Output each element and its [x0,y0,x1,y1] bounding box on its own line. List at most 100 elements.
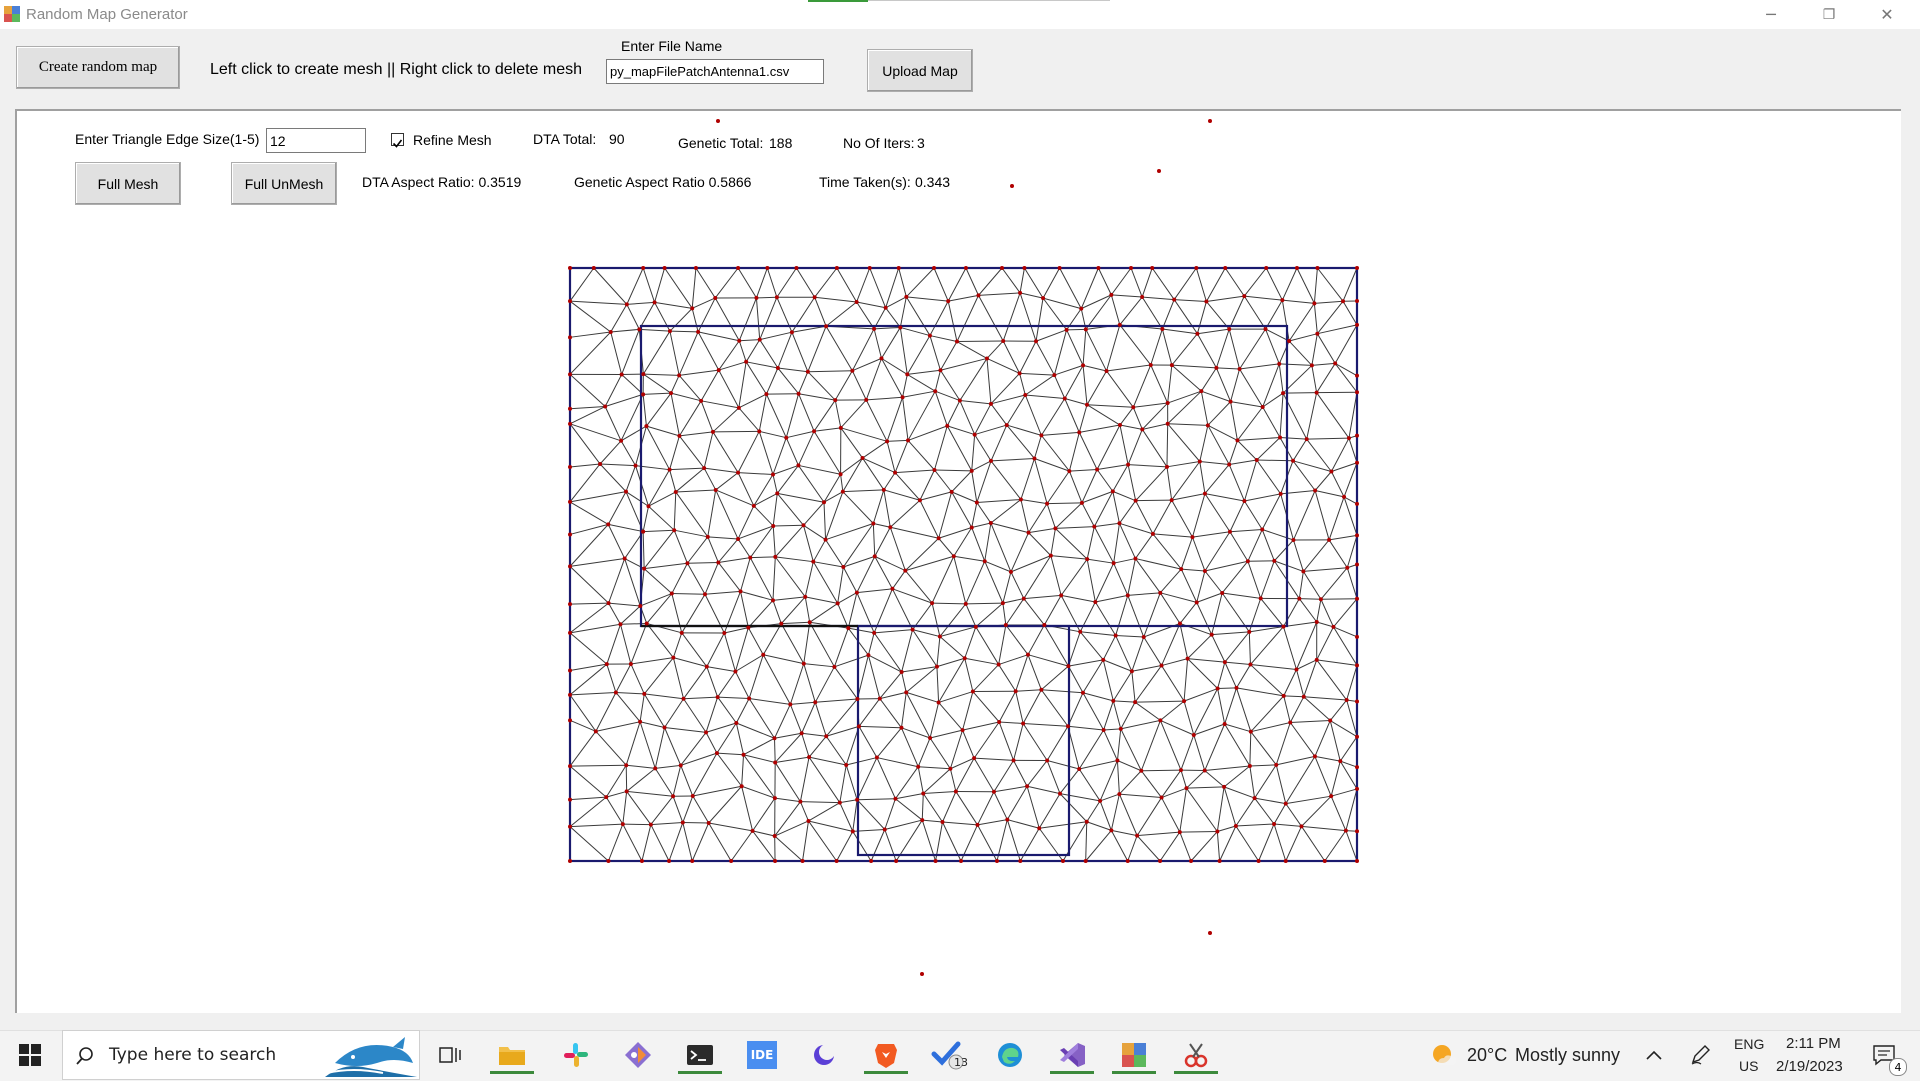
mesh-node[interactable] [1032,456,1036,460]
mesh-node[interactable] [1277,362,1281,366]
mesh-node[interactable] [737,339,741,343]
mesh-node[interactable] [1117,792,1121,796]
stray-node[interactable] [1010,184,1014,188]
mesh-node[interactable] [568,825,572,829]
mesh-node[interactable] [1119,727,1123,731]
mesh-node[interactable] [773,834,777,838]
stray-node[interactable] [1208,931,1212,935]
mesh-node[interactable] [1129,266,1133,270]
mesh-node[interactable] [1355,597,1359,601]
mesh-node[interactable] [1130,669,1134,673]
language-top[interactable]: ENG [1734,1036,1764,1052]
mesh-node[interactable] [1214,366,1218,370]
mesh-node[interactable] [997,663,1001,667]
mesh-node[interactable] [1319,597,1323,601]
mesh-node[interactable] [1158,591,1162,595]
mesh-node[interactable] [1042,623,1046,627]
mesh-node[interactable] [850,369,854,373]
language-bottom[interactable]: US [1739,1058,1758,1074]
mesh-node[interactable] [773,760,777,764]
mesh-node[interactable] [1227,327,1231,331]
mesh-node[interactable] [764,392,768,396]
mesh-node[interactable] [1355,502,1359,506]
mesh-node[interactable] [868,266,872,270]
mesh-node[interactable] [668,329,672,333]
mesh-node[interactable] [879,356,883,360]
mesh-node[interactable] [976,293,980,297]
mesh-node[interactable] [1301,569,1305,573]
mesh-node[interactable] [677,434,681,438]
stray-node[interactable] [1157,169,1161,173]
mesh-node[interactable] [1151,532,1155,536]
mesh-node[interactable] [1102,728,1106,732]
mesh-node[interactable] [920,818,924,822]
mesh-node[interactable] [1109,828,1113,832]
mesh-node[interactable] [1355,829,1359,833]
mesh-node[interactable] [640,859,644,863]
mesh-node[interactable] [716,560,720,564]
mesh-node[interactable] [1098,799,1102,803]
mesh-node[interactable] [839,472,843,476]
mesh-node[interactable] [1101,658,1105,662]
mesh-node[interactable] [1323,859,1327,863]
mesh-node[interactable] [928,334,932,338]
mesh-node[interactable] [1234,686,1238,690]
create-random-map-button[interactable]: Create random map [16,46,180,89]
mesh-node[interactable] [824,324,828,328]
mesh-node[interactable] [1355,434,1359,438]
taskbar-search[interactable]: Type here to search [62,1030,420,1080]
mesh-node[interactable] [1160,664,1164,668]
mesh-node[interactable] [705,665,709,669]
mesh-node[interactable] [634,464,638,468]
mesh-node[interactable] [784,436,788,440]
mesh-node[interactable] [773,859,777,863]
mesh-node[interactable] [1165,465,1169,469]
mesh-node[interactable] [992,790,996,794]
mesh-node[interactable] [1126,859,1130,863]
mesh-node[interactable] [681,821,685,825]
mesh-node[interactable] [1355,533,1359,537]
mesh-node[interactable] [1302,695,1306,699]
mesh-node[interactable] [1331,625,1335,629]
mesh-node[interactable] [935,665,939,669]
mesh-node[interactable] [1247,630,1251,634]
mesh-node[interactable] [938,635,942,639]
mesh-node[interactable] [1160,327,1164,331]
mesh-node[interactable] [1355,663,1359,667]
mesh-node[interactable] [594,729,598,733]
mesh-node[interactable] [653,766,657,770]
mesh-node[interactable] [1192,733,1196,737]
mesh-node[interactable] [607,601,611,605]
mesh-node[interactable] [797,392,801,396]
mesh-node[interactable] [1223,266,1227,270]
mesh-node[interactable] [1114,634,1118,638]
mesh-node[interactable] [959,859,963,863]
mesh-node[interactable] [647,504,651,508]
mesh-node[interactable] [950,490,954,494]
mesh-node[interactable] [742,753,746,757]
mesh-node[interactable] [878,697,882,701]
mesh-node[interactable] [822,500,826,504]
mesh-node[interactable] [1355,390,1359,394]
mesh-node[interactable] [702,466,706,470]
mesh-node[interactable] [905,372,909,376]
mesh-node[interactable] [971,690,975,694]
mesh-node[interactable] [604,795,608,799]
mesh-node[interactable] [985,356,989,360]
mesh-node[interactable] [1077,430,1081,434]
mesh-node[interactable] [882,488,886,492]
mesh-node[interactable] [1299,824,1303,828]
mesh-node[interactable] [1084,859,1088,863]
mesh-node[interactable] [1333,361,1337,365]
mesh-node[interactable] [1158,859,1162,863]
mesh-node[interactable] [861,456,865,460]
mesh-node[interactable] [606,522,610,526]
mesh-node[interactable] [1294,668,1298,672]
mesh-node[interactable] [1329,794,1333,798]
mesh-node[interactable] [1203,769,1207,773]
mesh-node[interactable] [1112,561,1116,565]
mesh-node[interactable] [1288,721,1292,725]
mesh-node[interactable] [1310,363,1314,367]
mesh-node[interactable] [713,296,717,300]
mesh-node[interactable] [1282,694,1286,698]
